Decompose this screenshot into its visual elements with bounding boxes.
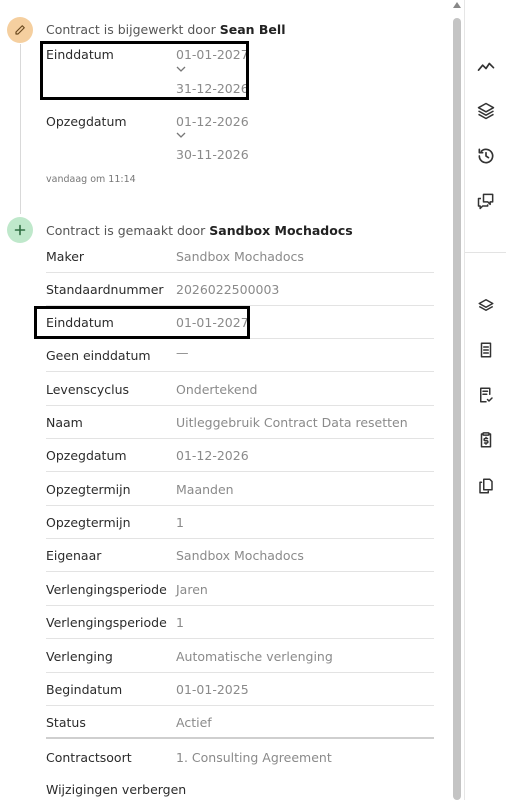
copy-icon[interactable]: [476, 476, 496, 496]
field-row: Eigenaar Sandbox Mochadocs: [46, 539, 434, 572]
plus-icon: [7, 217, 33, 243]
field-label: Maker: [46, 249, 85, 264]
timeline-line: [20, 44, 21, 214]
field-label: Geen einddatum: [46, 348, 151, 363]
scrollbar-thumb[interactable]: [453, 18, 461, 800]
field-value: Uitleggebruik Contract Data resetten: [176, 415, 408, 430]
chart-line-icon[interactable]: [476, 56, 496, 76]
field-label: Status: [46, 715, 86, 730]
field-label: Opzegdatum: [46, 448, 127, 463]
field-row: Standaardnummer 2026022500003: [46, 273, 434, 306]
highlight-box: [34, 306, 250, 339]
field-row: Levenscyclus Ondertekend: [46, 373, 434, 406]
field-value: 2026022500003: [176, 282, 280, 297]
field-value: 1. Consulting Agreement: [176, 750, 332, 765]
field-row: Opzegtermijn Maanden: [46, 473, 434, 506]
event-header: Contract is bijgewerkt door Sean Bell: [46, 22, 285, 37]
field-label: Naam: [46, 415, 83, 430]
field-label: Levenscyclus: [46, 382, 130, 397]
document-check-icon[interactable]: [476, 385, 496, 405]
field-label: Opzegtermijn: [46, 515, 131, 530]
field-row: Geen einddatum —: [46, 339, 434, 372]
field-row: Verlengingsperiode 1: [46, 606, 434, 639]
change-label: Opzegdatum: [46, 114, 127, 129]
field-label: Begindatum: [46, 682, 123, 697]
field-value: 1: [176, 515, 184, 530]
event-header-prefix: Contract is gemaakt door: [46, 223, 206, 238]
right-sidebar: [464, 0, 506, 800]
rail-divider: [465, 252, 506, 253]
field-label: Contractsoort: [46, 750, 132, 765]
field-value: Automatische verlenging: [176, 649, 333, 664]
field-value: Maanden: [176, 482, 234, 497]
field-value: Jaren: [176, 582, 208, 597]
field-row: Contractsoort 1. Consulting Agreement: [46, 741, 434, 774]
field-value: Sandbox Mochadocs: [176, 548, 304, 563]
history-icon[interactable]: [476, 146, 496, 166]
field-row: Status Actief: [46, 706, 434, 739]
pencil-icon: [7, 17, 33, 43]
event-header: Contract is gemaakt door Sandbox Mochado…: [46, 223, 353, 238]
field-value: —: [176, 345, 189, 360]
field-label: Opzegtermijn: [46, 482, 131, 497]
activity-feed: Contract is bijgewerkt door Sean Bell Ei…: [0, 0, 448, 800]
field-value: 01-12-2026: [176, 448, 249, 463]
field-row: Opzegtermijn 1: [46, 506, 434, 539]
clipboard-dollar-icon[interactable]: [476, 430, 496, 450]
field-value: Ondertekend: [176, 382, 258, 397]
field-label: Verlengingsperiode: [46, 582, 167, 597]
chat-icon[interactable]: [476, 191, 496, 211]
hide-changes-link[interactable]: Wijzigingen verbergen: [46, 782, 186, 797]
field-row: Maker Sandbox Mochadocs: [46, 240, 434, 273]
field-value: Sandbox Mochadocs: [176, 249, 304, 264]
event-header-prefix: Contract is bijgewerkt door: [46, 22, 216, 37]
change-old-value: 01-12-2026: [176, 114, 249, 129]
scroll-up-arrow-icon[interactable]: [453, 2, 461, 8]
document-icon[interactable]: [476, 340, 496, 360]
change-new-value: 30-11-2026: [176, 147, 249, 162]
field-value: Actief: [176, 715, 212, 730]
field-label: Verlengingsperiode: [46, 615, 167, 630]
field-label: Verlenging: [46, 649, 113, 664]
field-row: Verlengingsperiode Jaren: [46, 573, 434, 606]
field-row: Naam Uitleggebruik Contract Data resette…: [46, 406, 434, 439]
field-label: Standaardnummer: [46, 282, 164, 297]
layers-icon[interactable]: [476, 101, 496, 121]
field-row: Opzegdatum 01-12-2026: [46, 439, 434, 472]
event-actor: Sean Bell: [219, 22, 286, 37]
stack-icon[interactable]: [476, 295, 496, 315]
event-timestamp: vandaag om 11:14: [46, 174, 136, 185]
field-value: 01-01-2025: [176, 682, 249, 697]
field-value: 1: [176, 615, 184, 630]
chevron-down-icon: [176, 131, 186, 142]
event-actor: Sandbox Mochadocs: [209, 223, 353, 238]
field-label: Eigenaar: [46, 548, 102, 563]
highlight-box: [40, 41, 249, 100]
field-row: Verlenging Automatische verlenging: [46, 640, 434, 673]
field-row: Begindatum 01-01-2025: [46, 673, 434, 706]
